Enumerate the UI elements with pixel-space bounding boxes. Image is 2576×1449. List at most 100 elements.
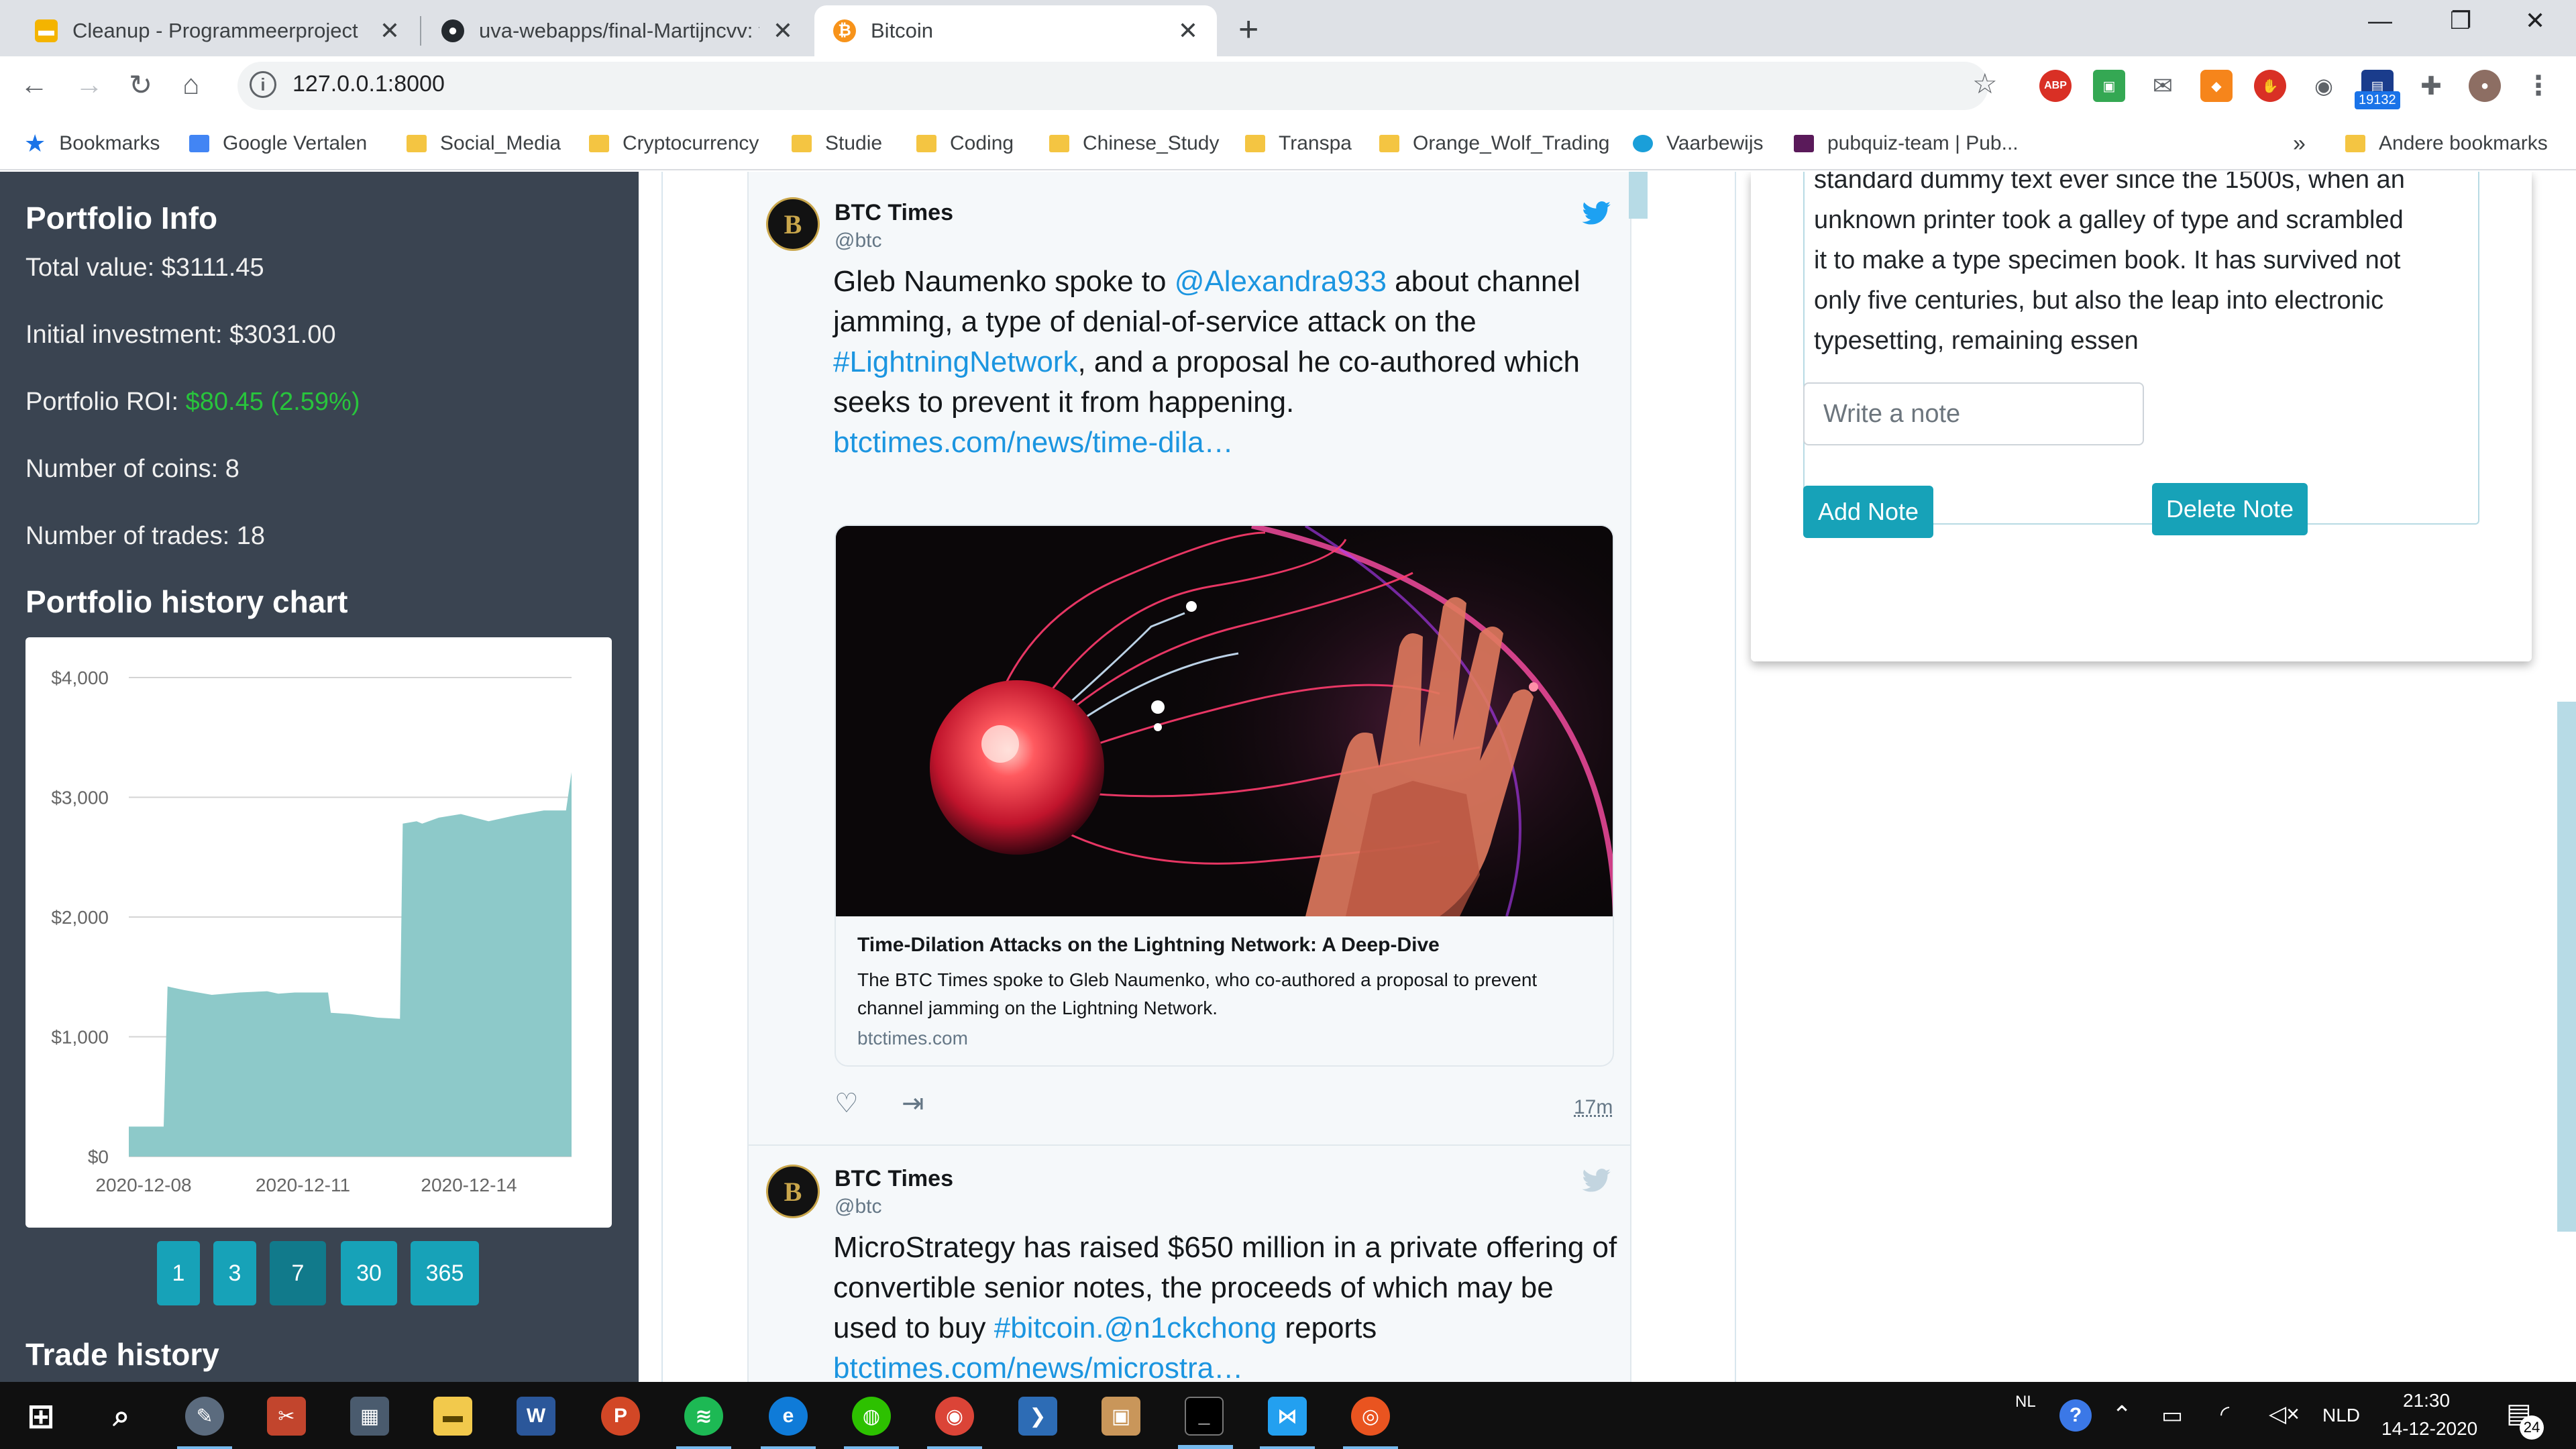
bookmark-vaarbewijs[interactable]: Vaarbewijs: [1633, 125, 1764, 162]
article-link[interactable]: btctimes.com/news/time-dila…: [833, 426, 1234, 459]
terminal-icon[interactable]: _: [1178, 1397, 1233, 1449]
back-icon[interactable]: ←: [20, 68, 48, 101]
range-button-30[interactable]: 30: [341, 1241, 397, 1305]
hashtag-link[interactable]: #bitcoin: [994, 1311, 1096, 1344]
bookmark-star-icon[interactable]: ☆: [1972, 67, 1998, 100]
tab-bitcoin[interactable]: ₿ Bitcoin ✕: [814, 5, 1217, 56]
vscode-icon[interactable]: ⋈: [1260, 1397, 1315, 1449]
mention-link[interactable]: @Alexandra933: [1175, 265, 1387, 298]
bookmark-coding[interactable]: Coding: [916, 125, 1014, 162]
bookmark-social-media[interactable]: Social_Media: [407, 125, 561, 162]
tweet-author-handle[interactable]: @btc: [835, 1195, 881, 1218]
edge-icon[interactable]: e: [761, 1397, 816, 1449]
chevron-up-icon[interactable]: ⌃: [2112, 1401, 2132, 1429]
tab-cleanup[interactable]: ▬ Cleanup - Programmeerproject ✕: [16, 5, 419, 56]
paint-icon[interactable]: ✎: [177, 1397, 232, 1449]
home-icon[interactable]: ⌂: [182, 68, 199, 101]
close-window-icon[interactable]: ✕: [2525, 7, 2545, 35]
bookmark-studie[interactable]: Studie: [792, 125, 882, 162]
stop-icon[interactable]: ✋: [2254, 70, 2286, 102]
wifi-icon[interactable]: ◜: [2220, 1401, 2229, 1428]
clock-time[interactable]: 21:30: [2403, 1390, 2450, 1411]
tweet-link-card[interactable]: Time-Dilation Attacks on the Lightning N…: [835, 525, 1614, 1067]
twitter-scrollbar[interactable]: [1629, 172, 1648, 219]
extension-screen-icon[interactable]: ▣: [2093, 70, 2125, 102]
range-button-3[interactable]: 3: [213, 1241, 256, 1305]
forward-icon[interactable]: →: [75, 68, 103, 101]
twitter-bird-icon[interactable]: [1582, 201, 1611, 225]
card-title[interactable]: Time-Dilation Attacks on the Lightning N…: [857, 934, 1440, 957]
range-button-365[interactable]: 365: [411, 1241, 479, 1305]
page-scrollbar[interactable]: [2557, 702, 2576, 1232]
bookmark-cryptocurrency[interactable]: Cryptocurrency: [589, 125, 759, 162]
twitter-bird-icon[interactable]: [1582, 1169, 1611, 1193]
notes-textarea[interactable]: standard dummy text ever since the 1500s…: [1803, 172, 2479, 525]
bookmark-chinese-study[interactable]: Chinese_Study: [1049, 125, 1219, 162]
btc-times-avatar[interactable]: B: [766, 197, 820, 251]
roi-label: Portfolio ROI:: [25, 388, 186, 416]
calculator-icon[interactable]: ▦: [350, 1397, 389, 1436]
tweet-text-part: .: [1095, 1311, 1104, 1344]
adblock-plus-icon[interactable]: ABP: [2039, 70, 2072, 102]
snipping-tool-icon[interactable]: ✂: [267, 1397, 306, 1436]
search-icon[interactable]: ⌕: [102, 1397, 141, 1436]
input-language[interactable]: NLD: [2322, 1405, 2360, 1426]
bookmark-google-vertalen[interactable]: Google Vertalen: [189, 125, 367, 162]
profile-avatar[interactable]: ●: [2469, 70, 2501, 102]
write-note-input[interactable]: [1803, 382, 2144, 445]
page-content: Portfolio Info Total value: $3111.45 Ini…: [0, 172, 2576, 1382]
bookmark-andere-bookmarks[interactable]: Andere bookmarks: [2345, 125, 2548, 162]
bookmark-bookmarks[interactable]: ★ Bookmarks: [24, 125, 160, 162]
tab-github[interactable]: ● uva-webapps/final-Martijncvv: final-Ma…: [423, 5, 812, 56]
wechat-icon[interactable]: ◍: [844, 1397, 899, 1449]
tweet-author-name[interactable]: BTC Times: [835, 1166, 953, 1192]
word-icon[interactable]: W: [517, 1397, 555, 1436]
new-tab-button[interactable]: +: [1238, 9, 1258, 50]
eye-icon[interactable]: ◉: [2308, 70, 2340, 102]
mention-link[interactable]: @n1ckchong: [1104, 1311, 1277, 1344]
bookmark-orange-wolf-trading[interactable]: Orange_Wolf_Trading: [1379, 125, 1610, 162]
file-explorer-icon[interactable]: ▬: [433, 1397, 472, 1436]
portfolio-value-area[interactable]: [129, 772, 572, 1157]
package-box-icon[interactable]: ▣: [1102, 1397, 1140, 1436]
powershell-icon[interactable]: ❯: [1018, 1397, 1057, 1436]
extensions-puzzle-icon[interactable]: ✚: [2415, 70, 2447, 102]
volume-muted-icon[interactable]: ◁×: [2269, 1401, 2300, 1428]
range-button-1[interactable]: 1: [157, 1241, 200, 1305]
tab-close-icon[interactable]: ✕: [380, 17, 400, 45]
ubuntu-icon[interactable]: ◎: [1343, 1397, 1398, 1449]
mail-icon[interactable]: ✉: [2147, 70, 2179, 102]
powerpoint-icon[interactable]: P: [601, 1397, 640, 1436]
site-info-icon[interactable]: i: [250, 71, 276, 98]
btc-times-avatar[interactable]: B: [766, 1165, 820, 1218]
help-icon[interactable]: ?: [2059, 1399, 2092, 1432]
share-icon[interactable]: ⇥: [902, 1088, 924, 1119]
tweet-timestamp[interactable]: 17m: [1574, 1096, 1613, 1119]
range-button-7[interactable]: 7: [270, 1241, 326, 1305]
metamask-fox-icon[interactable]: ◆: [2200, 70, 2233, 102]
delete-note-button[interactable]: Delete Note: [2152, 483, 2308, 535]
bookmark-transpa[interactable]: Transpa: [1245, 125, 1352, 162]
reload-icon[interactable]: ↻: [129, 68, 152, 101]
tab-close-icon[interactable]: ✕: [1178, 17, 1198, 45]
bookmarks-overflow-icon[interactable]: »: [2293, 125, 2306, 162]
spotify-icon[interactable]: ≋: [676, 1397, 731, 1449]
tweet-author-handle[interactable]: @btc: [835, 229, 881, 252]
tweet-author-name[interactable]: BTC Times: [835, 200, 953, 226]
address-bar[interactable]: [237, 62, 1988, 110]
add-note-button[interactable]: Add Note: [1803, 486, 1933, 538]
clock-date[interactable]: 14-12-2020: [2381, 1418, 2477, 1440]
hashtag-link[interactable]: #LightningNetwork: [833, 345, 1077, 378]
chrome-icon[interactable]: ◉: [927, 1397, 982, 1449]
minimize-icon[interactable]: —: [2368, 7, 2392, 35]
like-heart-icon[interactable]: ♡: [835, 1088, 859, 1119]
menu-kebab-icon[interactable]: ⋮: [2522, 70, 2555, 102]
article-link[interactable]: btctimes.com/news/microstra…: [833, 1352, 1243, 1382]
bookmark-pubquiz-team[interactable]: pubquiz-team | Pub...: [1794, 125, 2019, 162]
url-text[interactable]: 127.0.0.1:8000: [292, 71, 445, 97]
tab-close-icon[interactable]: ✕: [773, 17, 793, 45]
battery-icon[interactable]: ▭: [2161, 1402, 2183, 1429]
restore-icon[interactable]: ❐: [2450, 7, 2471, 35]
avatar-letter: B: [784, 1176, 802, 1207]
windows-start-icon[interactable]: ⊞: [21, 1397, 60, 1436]
